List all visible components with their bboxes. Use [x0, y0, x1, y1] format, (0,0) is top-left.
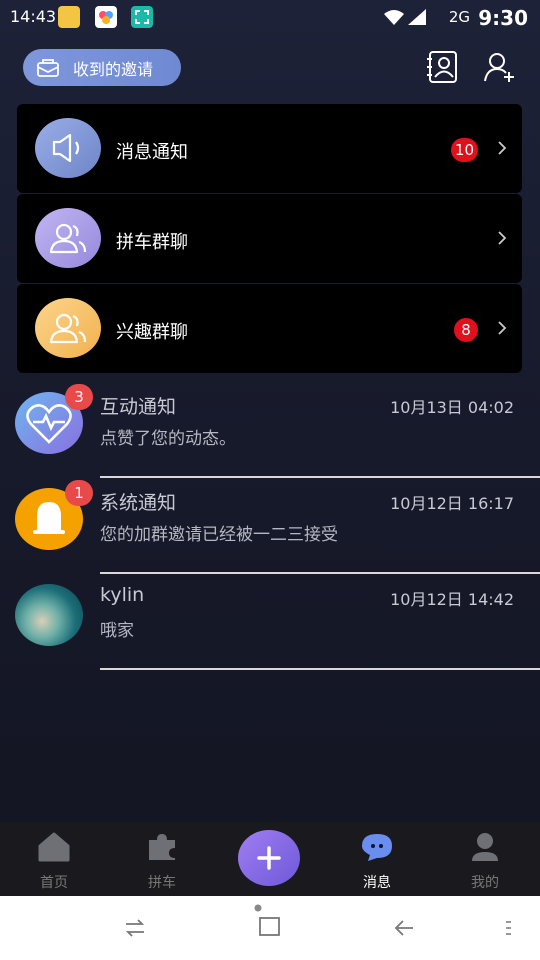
unread-badge: 8 — [454, 318, 478, 342]
status-bar: 14:43 2G 9:30 — [0, 0, 540, 34]
nav-messages[interactable]: 消息 — [342, 832, 412, 892]
conversation-time: 10月13日 04:02 — [390, 398, 514, 417]
conversation-name: 互动通知 — [100, 396, 177, 418]
unread-badge: 10 — [450, 138, 478, 162]
switch-apps-icon[interactable] — [124, 918, 146, 938]
status-time-right: 9:30 — [478, 6, 528, 30]
group-label: 兴趣群聊 — [116, 322, 188, 343]
conversation-preview: 您的加群邀请已经被一二三接受 — [100, 525, 338, 545]
home-square-icon[interactable] — [252, 904, 282, 938]
nav-carpool[interactable]: 拼车 — [127, 832, 197, 892]
nav-messages-label: 消息 — [363, 875, 391, 891]
unread-badge: 3 — [65, 384, 93, 410]
group-avatar — [35, 208, 101, 268]
mail-icon — [37, 58, 59, 77]
conversation-time: 10月12日 14:42 — [390, 590, 514, 609]
conversation-name: kylin — [100, 584, 145, 606]
nav-mine-label: 我的 — [471, 875, 499, 891]
received-invites-button[interactable]: 收到的邀请 — [23, 49, 181, 86]
conversation-system[interactable]: 1 系统通知 10月12日 16:17 您的加群邀请已经被一二三接受 — [0, 478, 540, 574]
nav-carpool-label: 拼车 — [148, 875, 176, 891]
group-avatar — [35, 298, 101, 358]
add-friend-icon[interactable] — [483, 50, 517, 84]
conversation-preview: 点赞了您的动态。 — [100, 429, 236, 449]
home-icon — [38, 832, 70, 862]
user-avatar — [15, 584, 83, 646]
group-card-carpool[interactable]: 拼车群聊 — [17, 194, 522, 283]
system-navigation-bar — [0, 896, 540, 960]
conversation-time: 10月12日 16:17 — [390, 494, 514, 513]
conversation-interaction[interactable]: 3 互动通知 10月13日 04:02 点赞了您的动态。 — [0, 382, 540, 478]
back-icon[interactable] — [393, 918, 415, 938]
nav-home-label: 首页 — [40, 875, 68, 891]
speaker-avatar — [35, 118, 101, 178]
group-label: 拼车群聊 — [116, 232, 188, 253]
puzzle-icon — [149, 834, 175, 860]
chat-bubble-icon — [362, 834, 392, 861]
group-card-notifications[interactable]: 消息通知 10 — [17, 104, 522, 193]
users-icon — [49, 223, 87, 254]
photos-app-icon — [95, 6, 117, 28]
chevron-right-icon — [498, 321, 507, 335]
scanner-app-icon — [131, 6, 153, 28]
conversation-name: 系统通知 — [100, 492, 177, 514]
files-app-icon — [58, 6, 80, 28]
users-icon — [49, 313, 87, 344]
nav-mine[interactable]: 我的 — [450, 832, 520, 892]
plus-icon — [257, 846, 281, 870]
status-time-left: 14:43 — [10, 7, 57, 26]
group-label: 消息通知 — [116, 142, 188, 163]
add-button[interactable] — [238, 830, 300, 886]
menu-icon[interactable] — [505, 920, 513, 936]
speaker-icon — [52, 133, 80, 163]
chevron-right-icon — [498, 231, 507, 245]
unread-badge: 1 — [65, 480, 93, 506]
user-icon — [472, 833, 498, 861]
group-card-interests[interactable]: 兴趣群聊 8 — [17, 284, 522, 373]
received-invites-label: 收到的邀请 — [73, 59, 154, 79]
signal-icon — [408, 9, 426, 25]
network-type: 2G — [448, 8, 470, 26]
wifi-icon — [384, 10, 404, 25]
nav-home[interactable]: 首页 — [19, 832, 89, 892]
chevron-right-icon — [498, 141, 507, 155]
divider — [100, 668, 540, 670]
conversation-kylin[interactable]: kylin 10月12日 14:42 哦家 — [0, 574, 540, 670]
contacts-book-icon[interactable] — [426, 50, 460, 84]
conversation-preview: 哦家 — [100, 621, 134, 641]
